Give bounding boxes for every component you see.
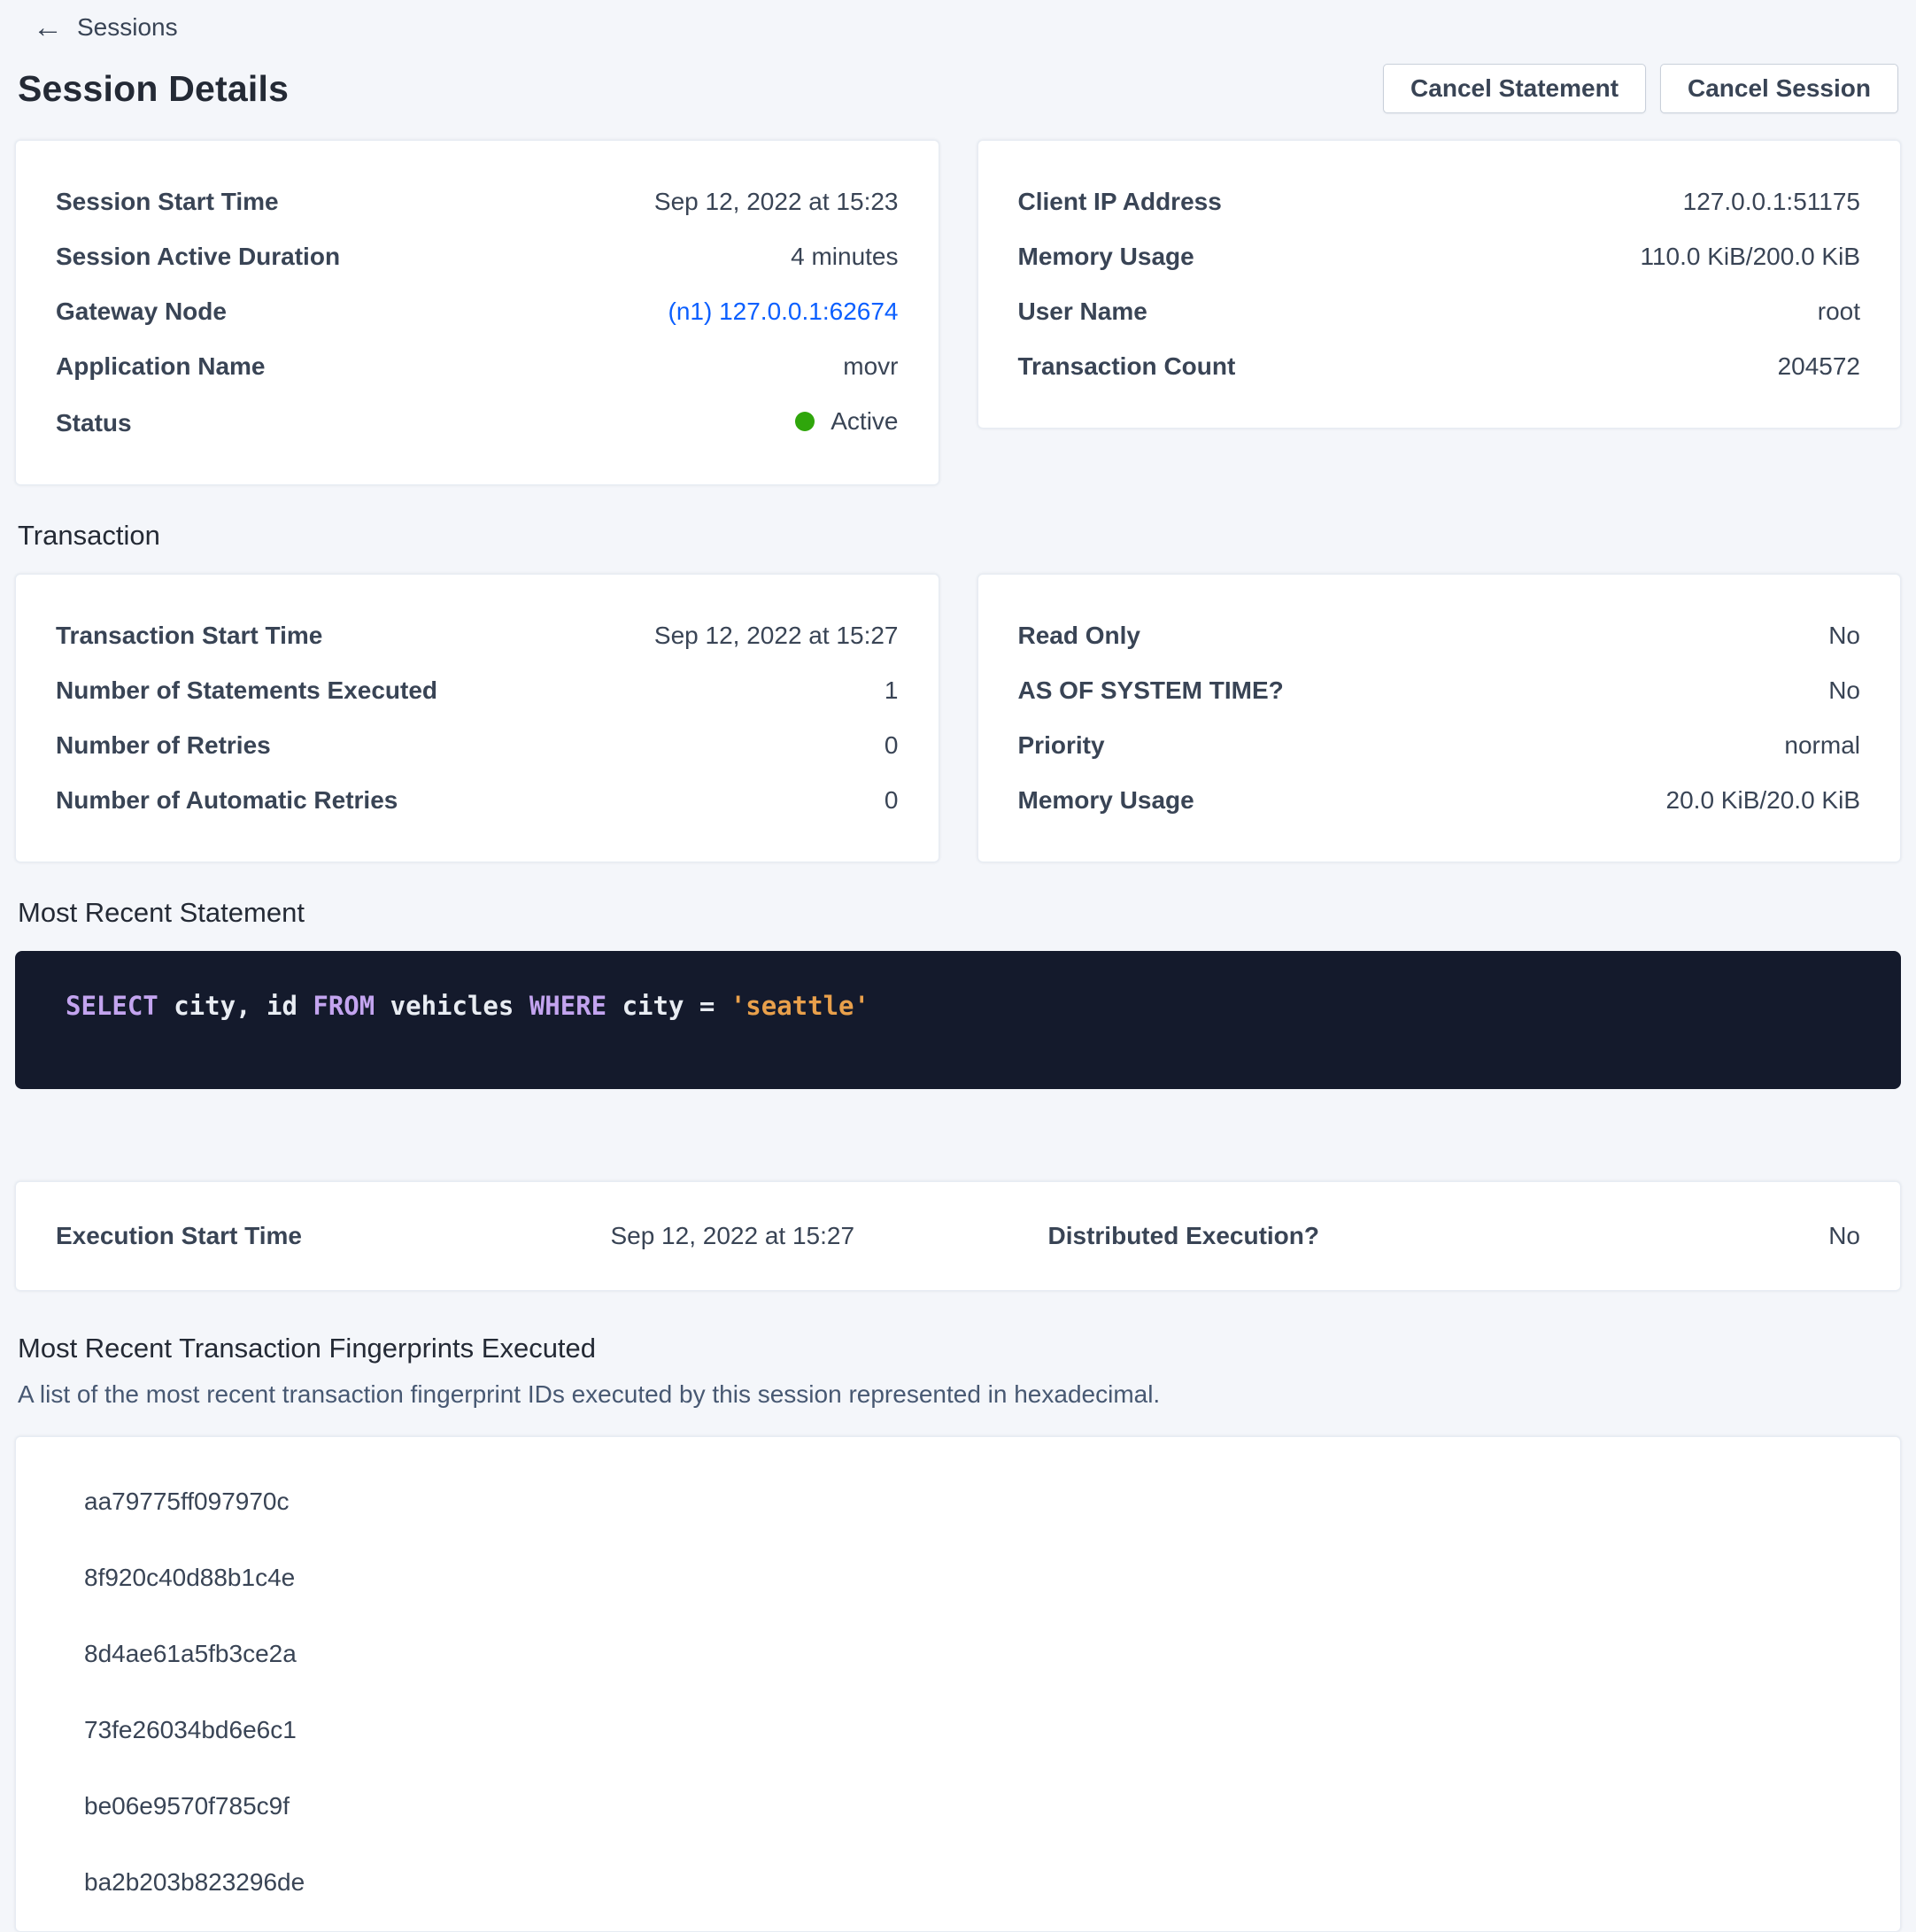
sql-statement-box: SELECT city, id FROM vehicles WHERE city… [15, 951, 1901, 1089]
session-summary-row: Session Start Time Sep 12, 2022 at 15:23… [15, 140, 1901, 485]
execution-start-time-value: Sep 12, 2022 at 15:27 [507, 1221, 959, 1251]
fingerprint-item: 73fe26034bd6e6c1 [16, 1692, 1900, 1768]
header-actions: Cancel Statement Cancel Session [1383, 64, 1898, 113]
transaction-props-card: Read Only No AS OF SYSTEM TIME? No Prior… [977, 574, 1902, 862]
summary-label: Client IP Address [1018, 187, 1222, 217]
sql-statement-text: SELECT city, id FROM vehicles WHERE city… [66, 990, 1850, 1022]
summary-label: Transaction Start Time [56, 621, 322, 651]
sql-plain: city = [606, 991, 730, 1021]
transaction-stats-card: Transaction Start Time Sep 12, 2022 at 1… [15, 574, 939, 862]
back-to-sessions-link[interactable]: ← Sessions [33, 12, 178, 43]
fingerprints-section-title: Most Recent Transaction Fingerprints Exe… [18, 1332, 1901, 1365]
summary-label: User Name [1018, 297, 1147, 327]
status-active-dot-icon [795, 412, 815, 431]
status-value: Active [831, 406, 898, 437]
summary-row: Number of Retries 0 [56, 730, 899, 761]
summary-value: No [1828, 676, 1860, 706]
fingerprint-item: aa79775ff097970c [16, 1464, 1900, 1540]
execution-start-time-label: Execution Start Time [56, 1221, 507, 1251]
summary-row: Memory Usage 110.0 KiB/200.0 KiB [1018, 242, 1861, 272]
summary-row: Application Name movr [56, 352, 899, 382]
session-status: Active [795, 406, 898, 437]
summary-value: 0 [885, 730, 899, 761]
summary-label: Transaction Count [1018, 352, 1236, 382]
summary-label: Session Active Duration [56, 242, 340, 272]
page-title: Session Details [18, 68, 289, 110]
summary-row: Number of Statements Executed 1 [56, 676, 899, 706]
summary-value: movr [843, 352, 898, 382]
summary-label: AS OF SYSTEM TIME? [1018, 676, 1284, 706]
session-info-card: Session Start Time Sep 12, 2022 at 15:23… [15, 140, 939, 485]
execution-summary-card: Execution Start Time Sep 12, 2022 at 15:… [15, 1181, 1901, 1291]
summary-row: Status Active [56, 406, 899, 438]
sql-keyword: WHERE [529, 991, 606, 1021]
transaction-section-title: Transaction [18, 519, 1901, 553]
summary-row: Read Only No [1018, 621, 1861, 651]
summary-label: Application Name [56, 352, 265, 382]
sql-plain: vehicles [375, 991, 529, 1021]
summary-value: 4 minutes [791, 242, 898, 272]
summary-value: Sep 12, 2022 at 15:27 [654, 621, 899, 651]
summary-row: Session Start Time Sep 12, 2022 at 15:23 [56, 187, 899, 217]
summary-label: Read Only [1018, 621, 1140, 651]
summary-label: Session Start Time [56, 187, 279, 217]
summary-label: Status [56, 408, 132, 438]
summary-value: 20.0 KiB/20.0 KiB [1666, 785, 1860, 815]
summary-row: Session Active Duration 4 minutes [56, 242, 899, 272]
summary-row: Gateway Node (n1) 127.0.0.1:62674 [56, 297, 899, 327]
back-link-label: Sessions [77, 12, 178, 43]
summary-row: AS OF SYSTEM TIME? No [1018, 676, 1861, 706]
summary-label: Priority [1018, 730, 1105, 761]
cancel-statement-button[interactable]: Cancel Statement [1383, 64, 1646, 113]
summary-value: 127.0.0.1:51175 [1683, 187, 1860, 217]
page-header: Session Details Cancel Statement Cancel … [18, 64, 1898, 113]
summary-label: Memory Usage [1018, 242, 1194, 272]
sql-keyword: FROM [313, 991, 375, 1021]
summary-value: 204572 [1778, 352, 1860, 382]
transaction-summary-row: Transaction Start Time Sep 12, 2022 at 1… [15, 574, 1901, 862]
summary-value: 1 [885, 676, 899, 706]
sql-plain: city, id [158, 991, 313, 1021]
summary-label: Number of Statements Executed [56, 676, 437, 706]
summary-value: No [1828, 621, 1860, 651]
fingerprints-description: A list of the most recent transaction fi… [18, 1379, 1901, 1410]
distributed-execution-value: No [1410, 1221, 1861, 1251]
summary-value: Sep 12, 2022 at 15:23 [654, 187, 899, 217]
summary-value: root [1818, 297, 1860, 327]
session-details-page: ← Sessions Session Details Cancel Statem… [0, 0, 1916, 1932]
gateway-node-link[interactable]: (n1) 127.0.0.1:62674 [668, 297, 899, 327]
fingerprints-card: aa79775ff097970c 8f920c40d88b1c4e 8d4ae6… [15, 1436, 1901, 1932]
summary-value: 110.0 KiB/200.0 KiB [1640, 242, 1860, 272]
distributed-execution-label: Distributed Execution? [958, 1221, 1410, 1251]
summary-value: 0 [885, 785, 899, 815]
fingerprint-item: 8d4ae61a5fb3ce2a [16, 1616, 1900, 1692]
summary-label: Memory Usage [1018, 785, 1194, 815]
summary-row: Transaction Count 204572 [1018, 352, 1861, 382]
summary-row: User Name root [1018, 297, 1861, 327]
sql-keyword: SELECT [66, 991, 158, 1021]
fingerprint-item: 8f920c40d88b1c4e [16, 1540, 1900, 1616]
statement-section-title: Most Recent Statement [18, 896, 1901, 930]
cancel-session-button[interactable]: Cancel Session [1660, 64, 1898, 113]
summary-label: Gateway Node [56, 297, 227, 327]
summary-row: Memory Usage 20.0 KiB/20.0 KiB [1018, 785, 1861, 815]
summary-row: Transaction Start Time Sep 12, 2022 at 1… [56, 621, 899, 651]
summary-row: Priority normal [1018, 730, 1861, 761]
fingerprint-item: ba2b203b823296de [16, 1844, 1900, 1920]
summary-row: Client IP Address 127.0.0.1:51175 [1018, 187, 1861, 217]
back-arrow-icon: ← [33, 12, 63, 43]
summary-label: Number of Automatic Retries [56, 785, 398, 815]
sql-string-literal: 'seattle' [730, 991, 869, 1021]
summary-row: Number of Automatic Retries 0 [56, 785, 899, 815]
summary-value: normal [1784, 730, 1860, 761]
client-info-card: Client IP Address 127.0.0.1:51175 Memory… [977, 140, 1902, 429]
fingerprint-item: be06e9570f785c9f [16, 1768, 1900, 1844]
summary-label: Number of Retries [56, 730, 271, 761]
